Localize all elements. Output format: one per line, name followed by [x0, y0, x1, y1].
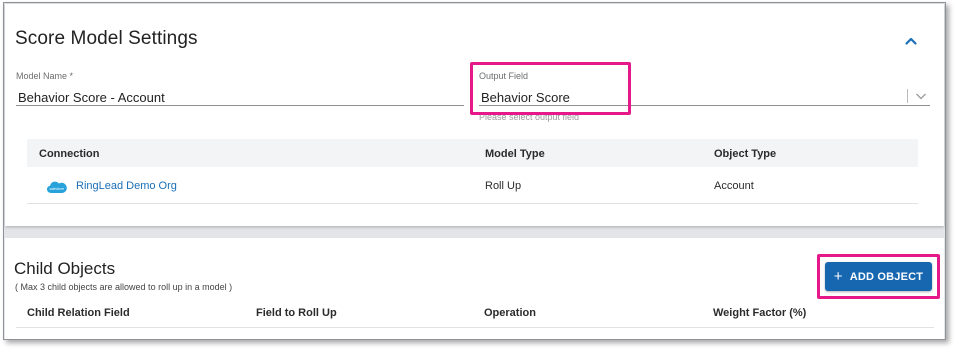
column-header-object-type: Object Type: [714, 148, 777, 160]
column-header-child-relation-field: Child Relation Field: [27, 307, 130, 319]
output-field-label: Output Field: [479, 71, 529, 81]
output-field-underline: [479, 105, 930, 106]
score-model-settings-card: Score Model Settings Model Name * Behavi…: [5, 4, 944, 226]
add-object-button[interactable]: + ADD OBJECT: [825, 262, 932, 291]
column-header-model-type: Model Type: [485, 148, 545, 160]
add-object-label: ADD OBJECT: [849, 270, 924, 283]
model-type-cell: Roll Up: [485, 180, 522, 192]
app-window: Score Model Settings Model Name * Behavi…: [3, 2, 946, 340]
connection-table-header: Connection Model Type Object Type: [27, 139, 918, 167]
child-table-divider: [16, 327, 934, 328]
column-header-connection: Connection: [39, 148, 100, 160]
output-field-highlight: [470, 62, 631, 115]
section-title-child-objects: Child Objects: [14, 259, 116, 278]
row-divider: [27, 203, 918, 204]
chevron-up-icon[interactable]: [901, 31, 921, 51]
plus-icon: +: [833, 268, 843, 285]
chevron-down-icon[interactable]: [914, 90, 928, 102]
object-type-cell: Account: [714, 180, 754, 192]
model-name-input[interactable]: Behavior Score - Account: [18, 90, 165, 105]
svg-text:salesforce: salesforce: [50, 187, 65, 191]
column-header-operation: Operation: [484, 307, 536, 319]
section-subtitle: ( Max 3 child objects are allowed to rol…: [15, 282, 233, 292]
column-header-field-to-roll-up: Field to Roll Up: [256, 307, 337, 319]
connection-link[interactable]: RingLead Demo Org: [76, 180, 177, 192]
select-divider: [907, 89, 908, 103]
page-title: Score Model Settings: [15, 28, 198, 49]
model-name-underline: [16, 105, 464, 106]
salesforce-cloud-icon: salesforce: [47, 181, 67, 193]
model-name-label: Model Name *: [16, 71, 74, 81]
column-header-weight-factor: Weight Factor (%): [713, 307, 807, 319]
output-field-select[interactable]: Behavior Score: [481, 90, 570, 105]
output-field-hint: Please select output field: [479, 112, 580, 122]
